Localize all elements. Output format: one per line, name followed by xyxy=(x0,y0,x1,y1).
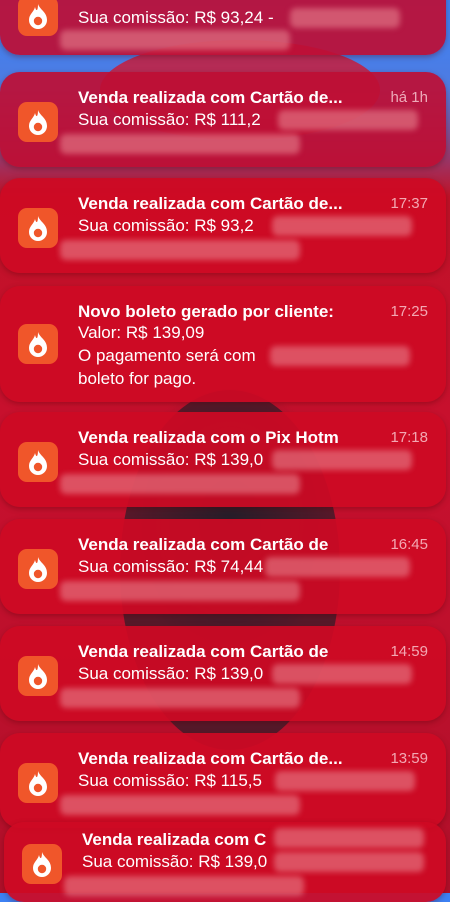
notification-time: 17:25 xyxy=(390,303,428,320)
redacted-text xyxy=(60,474,300,494)
notification-title: Venda realizada com Cartão de... xyxy=(78,88,343,107)
hotmart-flame-icon xyxy=(18,324,58,364)
notification-time: 17:18 xyxy=(390,429,428,446)
notification-card[interactable]: Venda realizada com C Sua comissão: R$ 1… xyxy=(4,822,446,902)
notification-card[interactable]: Venda realizada com Cartão de... 17:37 S… xyxy=(0,178,446,273)
notification-card[interactable]: Venda realizada com Cartão de 14:59 Sua … xyxy=(0,626,446,721)
notification-title: Venda realizada com Cartão de... xyxy=(78,194,343,213)
notification-body: Sua comissão: R$ 139,0 xyxy=(78,664,264,683)
notification-title: Venda realizada com Cartão de... xyxy=(78,749,343,768)
redacted-text xyxy=(275,771,415,791)
redacted-text xyxy=(274,852,424,872)
hotmart-flame-icon xyxy=(18,0,58,36)
redacted-text xyxy=(270,346,410,366)
redacted-text xyxy=(272,664,412,684)
notification-card[interactable]: Novo boleto gerado por cliente: 17:25 Va… xyxy=(0,286,446,402)
hotmart-flame-icon xyxy=(18,442,58,482)
redacted-text xyxy=(265,557,410,577)
notification-time: 16:45 xyxy=(390,536,428,553)
redacted-text xyxy=(272,450,412,470)
notification-time: 17:37 xyxy=(390,195,428,212)
hotmart-flame-icon xyxy=(18,102,58,142)
notification-card[interactable]: Venda realizada com Cartão de 16:45 Sua … xyxy=(0,519,446,614)
notification-body: boleto for pago. xyxy=(78,369,197,388)
notification-body: Sua comissão: R$ 93,2 xyxy=(78,216,254,235)
redacted-text xyxy=(290,8,400,28)
notification-card[interactable]: Venda realizada com Cartão de... há 1h S… xyxy=(0,72,446,167)
notification-body: Sua comissão: R$ 111,2 xyxy=(78,110,261,129)
notification-body: Sua comissão: R$ 93,24 - xyxy=(78,8,274,27)
notification-body: Sua comissão: R$ 115,5 xyxy=(78,771,262,790)
notification-body: Sua comissão: R$ 139,0 xyxy=(78,450,264,469)
notification-card[interactable]: Venda realizada com o Pix Hotm 17:18 Sua… xyxy=(0,412,446,507)
redacted-text xyxy=(60,688,300,708)
notification-body: Valor: R$ 139,09 xyxy=(78,323,205,342)
redacted-text xyxy=(60,30,290,50)
redacted-text xyxy=(274,828,424,848)
redacted-text xyxy=(60,134,300,154)
notification-title: Venda realizada com Cartão de xyxy=(78,535,329,554)
notification-time: 14:59 xyxy=(390,643,428,660)
redacted-text xyxy=(278,110,418,130)
notification-time: há 1h xyxy=(390,89,428,106)
notification-body: O pagamento será com xyxy=(78,346,256,365)
notification-card[interactable]: Sua comissão: R$ 93,24 - xyxy=(0,0,446,55)
hotmart-flame-icon xyxy=(22,844,62,884)
notification-card[interactable]: Venda realizada com Cartão de... 13:59 S… xyxy=(0,733,446,828)
hotmart-flame-icon xyxy=(18,656,58,696)
notification-body: Sua comissão: R$ 139,0 xyxy=(82,852,268,871)
redacted-text xyxy=(272,216,412,236)
redacted-text xyxy=(60,240,300,260)
hotmart-flame-icon xyxy=(18,549,58,589)
hotmart-flame-icon xyxy=(18,763,58,803)
notification-title: Venda realizada com Cartão de xyxy=(78,642,329,661)
redacted-text xyxy=(64,876,304,896)
notification-time: 13:59 xyxy=(390,750,428,767)
notification-body: Sua comissão: R$ 74,44 xyxy=(78,557,264,576)
redacted-text xyxy=(60,795,300,815)
hotmart-flame-icon xyxy=(18,208,58,248)
notification-title: Novo boleto gerado por cliente: xyxy=(78,302,334,321)
notification-title: Venda realizada com o Pix Hotm xyxy=(78,428,339,447)
redacted-text xyxy=(60,581,300,601)
